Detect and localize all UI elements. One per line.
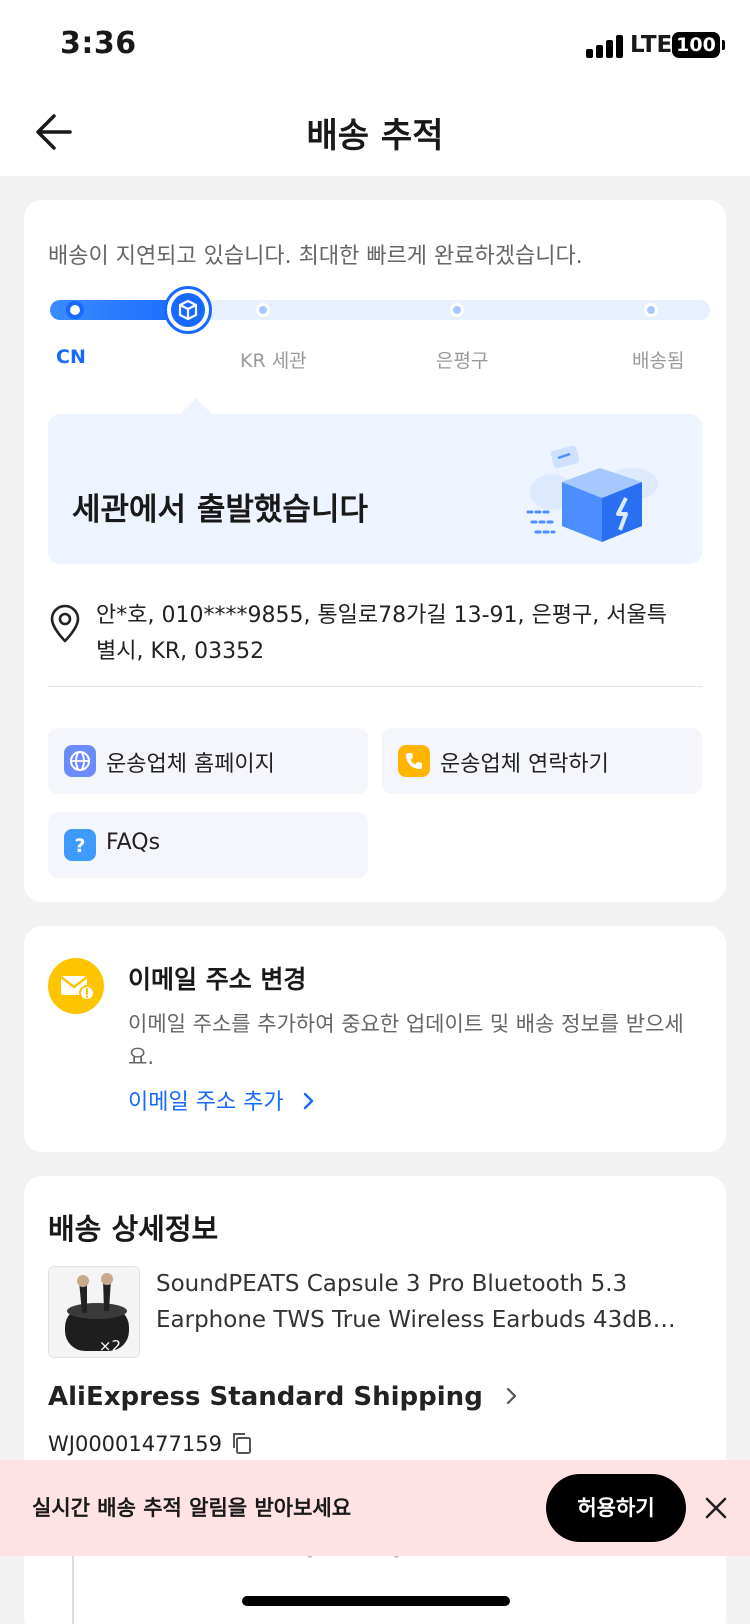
carrier-homepage-button[interactable]: 운송업체 홈페이지 [48,728,368,794]
add-email-link[interactable]: 이메일 주소 추가 [128,1084,319,1116]
close-icon[interactable] [700,1492,732,1524]
progress-dot-district [450,303,464,317]
home-indicator [242,1596,510,1606]
status-bar: 3:36 LTE 100 [0,0,750,88]
email-card: 이메일 주소 변경 이메일 주소를 추가하여 중요한 업데이트 및 배송 정보를… [24,926,726,1152]
shipping-address: 안*호, 010****9855, 통일로78가길 13-91, 은평구, 서울… [96,603,667,664]
divider [48,686,702,687]
faqs-label: FAQs [106,830,161,855]
tracking-card: 배송이 지연되고 있습니다. 최대한 빠르게 완료하겠습니다. CN KR 세관… [24,200,726,902]
battery-icon: 100 [672,32,725,58]
delay-message: 배송이 지연되고 있습니다. 최대한 빠르게 완료하겠습니다. [48,244,583,269]
carrier-homepage-label: 운송업체 홈페이지 [106,752,275,777]
copy-icon[interactable] [230,1430,254,1456]
progress-dot-current [164,286,212,334]
mail-alert-icon [48,958,104,1014]
progress-dot-delivered [644,303,658,317]
nav-bar: 배송 추적 [0,88,750,176]
contact-carrier-label: 운송업체 연락하기 [440,752,609,777]
progress-dot-origin [66,301,84,319]
faqs-button[interactable]: ? FAQs [48,812,368,878]
phone-icon [398,745,430,777]
package-icon [178,299,198,321]
email-card-title: 이메일 주소 변경 [128,965,307,994]
signal-icon [586,34,624,58]
location-pin-icon [50,604,80,643]
chevron-right-icon [303,1092,313,1110]
progress-track [50,286,710,334]
notification-banner-text: 실시간 배송 추적 알림을 받아보세요 [32,1496,352,1520]
shipping-method-link[interactable]: AliExpress Standard Shipping [48,1382,522,1412]
progress-dot-customs [256,303,270,317]
globe-icon [64,745,96,777]
tracking-number: WJ00001477159 [48,1432,222,1456]
package-illustration-icon [526,445,658,542]
shipping-details-title: 배송 상세정보 [48,1212,219,1246]
status-title: 세관에서 출발했습니다 [72,492,368,528]
notification-banner: 실시간 배송 추적 알림을 받아보세요 허용하기 [0,1460,750,1556]
page-title: 배송 추적 [306,116,444,156]
shipping-method-label: AliExpress Standard Shipping [48,1382,483,1412]
chevron-right-icon [506,1387,516,1405]
stage-label-delivered: 배송됨 [632,350,685,372]
status-box: 세관에서 출발했습니다 [48,398,702,564]
question-icon: ? [64,829,96,861]
svg-text:?: ? [74,835,85,857]
contact-carrier-button[interactable]: 운송업체 연락하기 [382,728,702,794]
product-image[interactable]: ×2 [48,1266,140,1358]
email-card-description: 이메일 주소를 추가하여 중요한 업데이트 및 배송 정보를 받으세요. [128,1012,684,1069]
stage-label-customs: KR 세관 [240,350,307,372]
stage-label-origin: CN [56,346,86,368]
earbuds-case-image [49,1267,139,1357]
allow-notifications-button[interactable]: 허용하기 [546,1474,686,1542]
product-name[interactable]: SoundPEATS Capsule 3 Pro Bluetooth 5.3 E… [156,1266,696,1338]
status-time: 3:36 [60,26,137,61]
stage-label-district: 은평구 [436,350,489,372]
product-quantity: ×2 [98,1337,121,1355]
shipping-details-card: 배송 상세정보 ×2 SoundPEATS Capsule 3 Pro Blue… [24,1176,726,1624]
add-email-label: 이메일 주소 추가 [128,1090,284,1115]
network-type: LTE [630,32,673,58]
